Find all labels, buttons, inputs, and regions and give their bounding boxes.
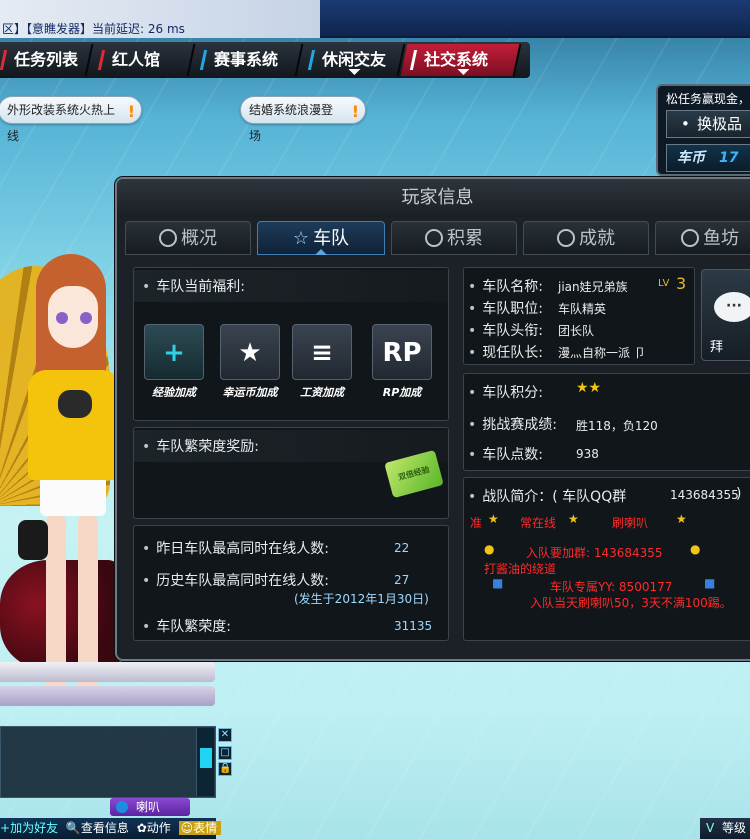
team-intro-box: • 战队简介：( 车队QQ群 143684355 ) 准 ★ 常在线 ★ 刷喇叭 …	[463, 477, 750, 641]
rp-boost-icon[interactable]: RP	[372, 324, 432, 380]
team-benefits-box: • 车队当前福利: + ★ ≡ RP 经验加成 幸运币加成 工资加成 RP加成	[133, 267, 449, 421]
intro-line: 车队专属YY: 8500177	[550, 580, 673, 594]
action-button[interactable]: ✿动作	[137, 821, 173, 835]
emote-button[interactable]: ☺表情	[178, 821, 222, 835]
horn-button[interactable]: 喇叭	[110, 798, 190, 816]
yesterday-online-value: 22	[394, 541, 410, 555]
tab-event-system[interactable]: 赛事系统	[190, 44, 304, 76]
chat-channel-bar[interactable]	[0, 662, 215, 682]
intro-line: 准	[470, 516, 483, 530]
lock-icon[interactable]: 🔒	[218, 762, 232, 776]
star-icon: ★	[676, 512, 687, 526]
gear-icon	[425, 229, 443, 247]
notice-appearance-mod[interactable]: 外形改装系统火热上线!	[0, 96, 142, 143]
intro-line: 常在线	[520, 516, 557, 530]
tab-accumulation[interactable]: 积累	[391, 221, 517, 255]
chat-bubble-icon: ···	[714, 292, 750, 322]
benefit-label: 幸运币加成	[222, 386, 278, 399]
score-stars: ★★	[576, 380, 602, 396]
tab-team[interactable]: ☆ 车队	[257, 221, 385, 255]
honor-reward-box: • 车队繁荣度奖励: 双倍经验	[133, 427, 449, 519]
yy-icon: ■	[704, 576, 716, 590]
penguin-icon: ●	[690, 542, 701, 556]
player-info-panel: 玩家信息 概况 ☆ 车队 积累 成就 鱼坊 • 车队当前福利: + ★ ≡ RP 经…	[115, 177, 750, 661]
salary-icon[interactable]: ≡	[292, 324, 352, 380]
team-level: 3	[676, 274, 687, 293]
panel-title: 玩家信息	[117, 179, 750, 217]
intro-line: 刷喇叭	[612, 516, 649, 530]
exchange-button[interactable]: 换极品	[666, 110, 750, 138]
lucky-coin-icon[interactable]: ★	[220, 324, 280, 380]
notice-wedding-system[interactable]: 结婚系统浪漫登场!	[240, 96, 366, 143]
prosperity-value: 31135	[394, 619, 433, 633]
chat-scrollbar[interactable]	[196, 728, 214, 796]
online-stats-box: • 昨日车队最高同时在线人数: 22 • 历史车队最高同时在线人数: 27 (发生于…	[133, 525, 449, 641]
coin-counter: 车币 17	[666, 144, 750, 172]
star-icon: ★	[488, 512, 499, 526]
right-promo-panel: 松任务赢现金， 换极品 车币17	[656, 84, 750, 176]
tab-celebrity-hall[interactable]: 红人馆	[88, 44, 196, 76]
challenge-record: 胜118，负120	[576, 419, 658, 433]
history-online-value: 27	[394, 573, 410, 587]
team-role: 车队精英	[558, 302, 607, 316]
exclamation-icon: !	[351, 102, 359, 121]
benefits-title: 车队当前福利:	[156, 279, 245, 295]
chat-log[interactable]	[0, 726, 216, 798]
team-level-label: LV	[658, 278, 670, 289]
fish-icon	[681, 229, 699, 247]
team-captain: 漫灬自称一派 卩	[558, 346, 646, 360]
add-friend-button[interactable]: +加为好友	[0, 821, 60, 835]
medal-icon	[557, 229, 575, 247]
square-icon[interactable]: □	[218, 746, 232, 760]
tab-task-list[interactable]: 任务列表	[0, 44, 94, 76]
level-button[interactable]: 等级	[700, 818, 750, 839]
refresh-icon	[159, 229, 177, 247]
promo-marquee: 松任务赢现金，	[666, 92, 750, 106]
intro-line: 入队当天刷喇叭50，3天不满100踢。	[530, 596, 732, 610]
chat-channel-bar[interactable]	[0, 686, 215, 706]
team-points: 938	[576, 447, 599, 461]
history-date-note: (发生于2012年1月30日)	[294, 592, 429, 606]
visit-button[interactable]: ··· 拜访	[701, 269, 750, 361]
tab-social-system[interactable]: 社交系统	[400, 44, 522, 76]
exp-boost-icon[interactable]: +	[144, 324, 204, 380]
team-title: 团长队	[558, 324, 595, 338]
latency-status: 区】【意瞧发器】当前延迟: 26 ms	[2, 22, 185, 36]
top-status-bar: 区】【意瞧发器】当前延迟: 26 ms	[0, 0, 750, 38]
team-info-box: • 车队名称: jian娃兄弟族 LV 3 • 车队职位: 车队精英 • 车队头衔: …	[463, 267, 695, 365]
tab-casual-social[interactable]: 休闲交友	[298, 44, 406, 76]
intro-line: 打酱油的绕道	[484, 562, 557, 576]
honor-title: 车队繁荣度奖励:	[156, 439, 259, 455]
intro-line: 入队要加群: 143684355	[526, 546, 663, 560]
star-icon: ★	[568, 512, 579, 526]
penguin-icon: ●	[484, 542, 495, 556]
star-icon: ☆	[292, 228, 310, 249]
benefit-label: 经验加成	[152, 386, 196, 399]
team-qq-group: 143684355	[670, 488, 739, 502]
benefit-label: RP加成	[382, 386, 422, 399]
main-menu-tabs: 任务列表 红人馆 赛事系统 休闲交友 社交系统	[0, 42, 530, 78]
view-info-button[interactable]: 🔍查看信息	[66, 821, 131, 835]
panel-tabs: 概况 ☆ 车队 积累 成就 鱼坊	[125, 221, 750, 257]
yy-icon: ■	[492, 576, 504, 590]
team-name: jian娃兄弟族	[558, 280, 628, 294]
close-icon[interactable]: ✕	[218, 728, 232, 742]
tab-fish-shop[interactable]: 鱼坊	[655, 221, 750, 255]
exclamation-icon: !	[127, 102, 135, 121]
player-action-bar: +加为好友 🔍查看信息 ✿动作 ☺表情	[0, 818, 222, 839]
benefit-label: 工资加成	[300, 386, 344, 399]
team-score-box: • 车队积分: ★★ • 挑战赛成绩: 胜118，负120 • 车队点数: 938	[463, 373, 750, 471]
tab-overview[interactable]: 概况	[125, 221, 251, 255]
tab-achievements[interactable]: 成就	[523, 221, 649, 255]
